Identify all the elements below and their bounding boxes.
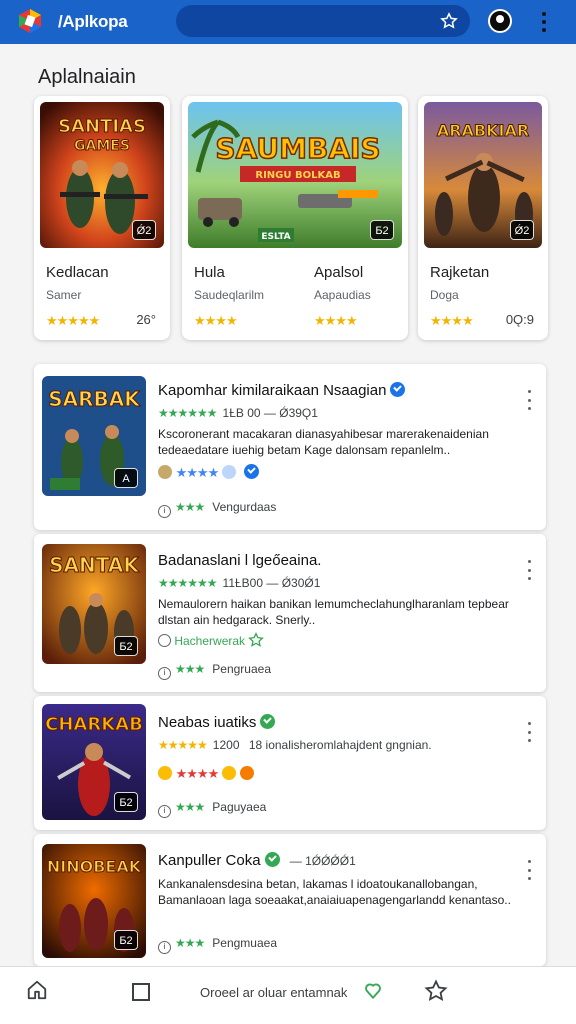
svg-text:SARBAK: SARBAK	[48, 387, 141, 411]
more-vert-icon[interactable]	[526, 722, 532, 742]
badge: Ǿ2	[132, 220, 156, 240]
home-icon[interactable]	[26, 979, 48, 1001]
featured-card[interactable]: ARABKIAR Ǿ2 Rajketan Doga ★★★★ 0Ǫ:9	[418, 96, 548, 340]
info-icon	[158, 634, 171, 647]
rating-count: 26°	[136, 312, 156, 327]
svg-text:GAMES: GAMES	[74, 138, 130, 154]
info-icon: i	[158, 667, 171, 680]
card-name: Hula	[194, 264, 225, 281]
more-vert-icon[interactable]	[526, 390, 532, 410]
info-icon: i	[158, 941, 171, 954]
svg-text:NINOBEAK: NINOBEAK	[47, 857, 142, 876]
svg-text:CHARKAB: CHARKAB	[45, 714, 143, 735]
game-artwork: SAUMBAIS RINGU BOLKAB ESLTA Б2	[188, 102, 402, 248]
item-description: Kankanalensdesina betan, lakamas l idoat…	[158, 877, 511, 907]
card-subtitle: Aapaudias	[314, 288, 371, 302]
award-icon	[158, 465, 172, 479]
badge: Б2	[114, 930, 138, 950]
emoji-icon	[158, 766, 172, 780]
star-outline-icon[interactable]	[424, 979, 448, 1003]
item-footer: i ★★★ Vengurdaas	[158, 500, 276, 518]
emoji-icon	[239, 766, 254, 780]
item-footer: i ★★★ Paguyaea	[158, 800, 266, 818]
heart-icon[interactable]	[364, 982, 382, 1000]
item-footer: i ★★★ Pengmuaea	[158, 936, 277, 954]
item-title: Kanpuller Coka — 1ǾǾǾǾ1	[158, 852, 356, 869]
item-meta: ★★★★★★ 11ȽB00 — Ǿ30Ǿ1	[158, 576, 321, 590]
verified-icon	[260, 714, 276, 729]
more-vert-icon[interactable]	[526, 560, 532, 580]
item-footer: i ★★★ Pengruaea	[158, 662, 271, 680]
svg-text:ESLTA: ESLTA	[261, 232, 290, 242]
rating-stars: ★★★★	[194, 313, 238, 328]
verified-icon	[243, 464, 259, 479]
svg-text:ARABKIAR: ARABKIAR	[437, 121, 529, 140]
app-name: /Aplkopa	[58, 12, 128, 31]
more-vert-icon[interactable]	[526, 860, 532, 880]
game-artwork: SANTIAS GAMES Ǿ2	[40, 102, 164, 248]
app-root: /Aplkopa Aplalnaiain SANTIAS GAMES Ǿ2 Ke…	[0, 0, 576, 1024]
info-icon: i	[158, 805, 171, 818]
item-description: Kscoronerant macakaran dianasyahibesar m…	[158, 427, 489, 457]
svg-text:RINGU BOLKAB: RINGU BOLKAB	[255, 170, 340, 181]
list-item[interactable]: SARBAK A Kapomhar kimilaraikaan Nsaagian…	[34, 364, 546, 530]
item-meta: ★★★★★★ 1ȽB 00 — Ǿ39Ǫ1	[158, 406, 318, 420]
rating-stars: ★★★★	[430, 313, 474, 328]
rating-stars: ★★★★	[314, 313, 358, 328]
featured-card[interactable]: SANTIAS GAMES Ǿ2 Kedlacan Samer ★★★★★ 26…	[34, 96, 170, 340]
game-artwork: NINOBEAK Б2	[42, 844, 146, 958]
game-artwork: CHARKAB Б2	[42, 704, 146, 820]
rating-count: 0Ǫ:9	[505, 312, 534, 327]
game-artwork: SARBAK A	[42, 376, 146, 496]
featured-card[interactable]: SAUMBAIS RINGU BOLKAB ESLTA Б2 Hula Saud…	[182, 96, 408, 340]
item-meta: ★★★★★ 1200 18 ionalisheromlahajdent gngni…	[158, 738, 432, 752]
game-artwork: ARABKIAR Ǿ2	[424, 102, 542, 248]
list-item[interactable]: CHARKAB Б2 Neabas iuatiks ★★★★★ 1200 18 i…	[34, 696, 546, 830]
nav-label[interactable]: Oroeel ar oluar entamnak	[200, 985, 347, 1000]
card-subtitle: Saudeqlarilm	[194, 288, 265, 302]
badge: Б2	[370, 220, 394, 240]
verified-icon	[390, 382, 406, 397]
rating-row: ★★★★	[158, 766, 254, 782]
badge: Б2	[114, 636, 138, 656]
card-name: Kedlacan	[46, 264, 109, 281]
badge: Ǿ2	[510, 220, 534, 240]
item-title: Neabas iuatiks	[158, 714, 276, 731]
more-vert-icon[interactable]	[536, 10, 552, 34]
item-description: Nemaulorern haikan banikan lemumcheclahu…	[158, 597, 509, 627]
card-name: Rajketan	[430, 264, 490, 281]
emoji-icon	[221, 766, 236, 780]
game-artwork: SANTAK Б2	[42, 544, 146, 664]
info-icon: i	[158, 505, 171, 518]
badge: A	[114, 468, 138, 488]
item-title: Kapomhar kimilaraikaan Nsaagian	[158, 382, 406, 399]
rating-row: ★★★★	[158, 464, 259, 481]
verified-icon	[264, 852, 280, 867]
item-title: Badanaslani l lgeőeaina.	[158, 552, 322, 569]
rating-row: Hacherwerak	[158, 632, 265, 648]
rating-stars: ★★★★★	[46, 313, 100, 328]
list-item[interactable]: SANTAK Б2 Badanaslani l lgeőeaina. ★★★★★…	[34, 534, 546, 692]
star-icon[interactable]	[440, 12, 458, 30]
avatar[interactable]	[488, 9, 512, 33]
search-bar[interactable]	[176, 5, 470, 37]
svg-text:SAUMBAIS: SAUMBAIS	[215, 132, 380, 165]
square-icon[interactable]	[132, 983, 150, 1001]
svg-text:SANTAK: SANTAK	[49, 553, 140, 577]
card-name: Apalsol	[314, 264, 364, 281]
svg-text:SANTIAS: SANTIAS	[58, 116, 146, 137]
star-outline-icon	[248, 632, 265, 647]
bottom-navigation: Oroeel ar oluar entamnak	[0, 966, 576, 1024]
badge: Б2	[114, 792, 138, 812]
card-subtitle: Doga	[430, 288, 459, 302]
section-title: Aplalnaiain	[38, 66, 136, 88]
list-item[interactable]: NINOBEAK Б2 Kanpuller Coka — 1ǾǾǾǾ1 Kank…	[34, 834, 546, 966]
card-subtitle: Samer	[46, 288, 82, 302]
chip-icon	[221, 465, 236, 479]
top-app-bar: /Aplkopa	[0, 0, 576, 44]
app-logo-icon[interactable]	[18, 8, 42, 34]
